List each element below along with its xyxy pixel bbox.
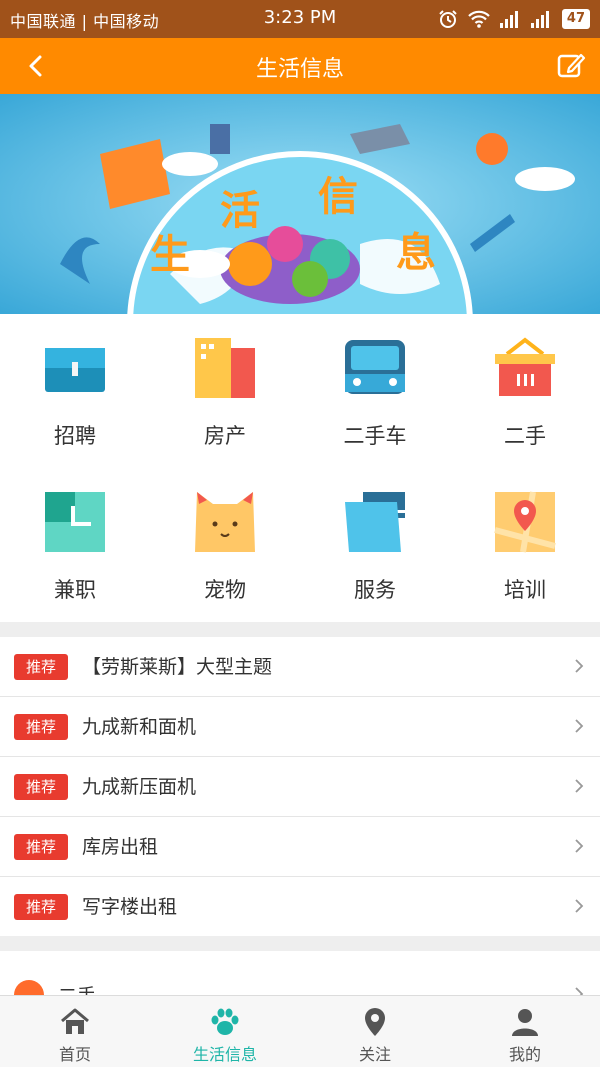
status-icons: 47 [438,8,590,30]
section-divider [0,936,600,951]
category-realestate[interactable]: 房产 [150,314,300,468]
chevron-right-icon [575,839,584,853]
chevron-right-icon [575,659,584,673]
category-label: 二手 [504,424,546,448]
wifi-icon [468,10,490,28]
tab-label: 生活信息 [192,1045,257,1064]
category-training[interactable]: 培训 [450,468,600,622]
tab-mine[interactable]: 我的 [450,996,600,1067]
category-pets[interactable]: 宠物 [150,468,300,622]
briefcase-icon [45,348,105,392]
banner-char-3: 信 [318,173,358,220]
bus-icon [345,340,405,394]
page-title: 生活信息 [255,57,344,82]
recommend-badge: 推荐 [14,894,68,920]
tab-label: 我的 [508,1045,541,1064]
paw-icon [211,1008,239,1035]
basket-icon [495,337,555,396]
box-icon [345,492,405,552]
banner-char-2: 活 [220,187,260,234]
category-services[interactable]: 服务 [300,468,450,622]
category-label: 宠物 [204,578,246,602]
cat-icon [195,492,255,552]
banner-char-1: 生 [150,231,190,278]
recommend-list: 推荐 【劳斯莱斯】大型主题 推荐 九成新和面机 推荐 九成新压面机 推荐 库房出… [0,637,600,937]
list-item-title: 写字楼出租 [82,896,178,918]
tab-label: 首页 [58,1045,91,1064]
category-label: 二手车 [343,424,407,448]
list-item[interactable]: 推荐 写字楼出租 [0,877,600,937]
tab-label: 关注 [358,1045,391,1064]
recommend-badge: 推荐 [14,714,68,740]
tab-follow[interactable]: 关注 [300,996,450,1067]
chevron-right-icon [575,779,584,793]
chevron-right-icon [575,719,584,733]
app-header: 生活信息 [0,38,600,94]
list-item-title: 【劳斯莱斯】大型主题 [82,656,273,678]
banner-image[interactable]: 生 活 信 息 [0,94,600,314]
location-icon [365,1008,385,1036]
tab-life-info[interactable]: 生活信息 [150,996,300,1067]
list-item-title: 九成新和面机 [82,716,197,738]
alarm-icon [439,10,457,28]
category-recruit[interactable]: 招聘 [0,314,150,468]
banner-char-4: 息 [396,229,436,276]
list-item[interactable]: 推荐 九成新压面机 [0,757,600,817]
list-item-title: 九成新压面机 [82,776,197,798]
category-label: 招聘 [54,424,96,448]
secondhand-section-header[interactable]: 二手 [0,951,600,1001]
signal-icon-2 [530,11,549,28]
category-label: 房产 [204,424,246,448]
status-bar: 中国联通 | 中国移动 3:23 PM 47 [0,0,600,38]
category-label: 服务 [354,578,396,602]
edit-icon[interactable] [556,50,586,80]
recommend-badge: 推荐 [14,774,68,800]
section-divider [0,622,600,637]
user-icon [512,1009,538,1036]
tab-home[interactable]: 首页 [0,996,150,1067]
home-icon [61,1008,89,1034]
list-item[interactable]: 推荐 九成新和面机 [0,697,600,757]
recommend-badge: 推荐 [14,834,68,860]
recommend-badge: 推荐 [14,654,68,680]
battery-indicator: 47 [561,9,590,29]
map-pin-icon [494,491,556,553]
category-parttime[interactable]: 兼职 [0,468,150,622]
banner-illustration [0,94,600,314]
chevron-right-icon [575,899,584,913]
bottom-tab-bar: 首页 生活信息 关注 我的 [0,995,600,1067]
list-item[interactable]: 推荐 库房出租 [0,817,600,877]
building-icon [195,338,255,398]
list-item[interactable]: 推荐 【劳斯莱斯】大型主题 [0,637,600,697]
category-secondhand[interactable]: 二手 [450,314,600,468]
category-usedcar[interactable]: 二手车 [300,314,450,468]
clock-icon [45,492,105,552]
signal-icon [499,11,518,28]
category-label: 兼职 [54,578,96,602]
category-grid: 招聘 房产 二手车 二手 兼职 宠物 服务 培训 [0,314,600,622]
list-item-title: 库房出租 [82,836,159,858]
category-label: 培训 [504,578,546,602]
